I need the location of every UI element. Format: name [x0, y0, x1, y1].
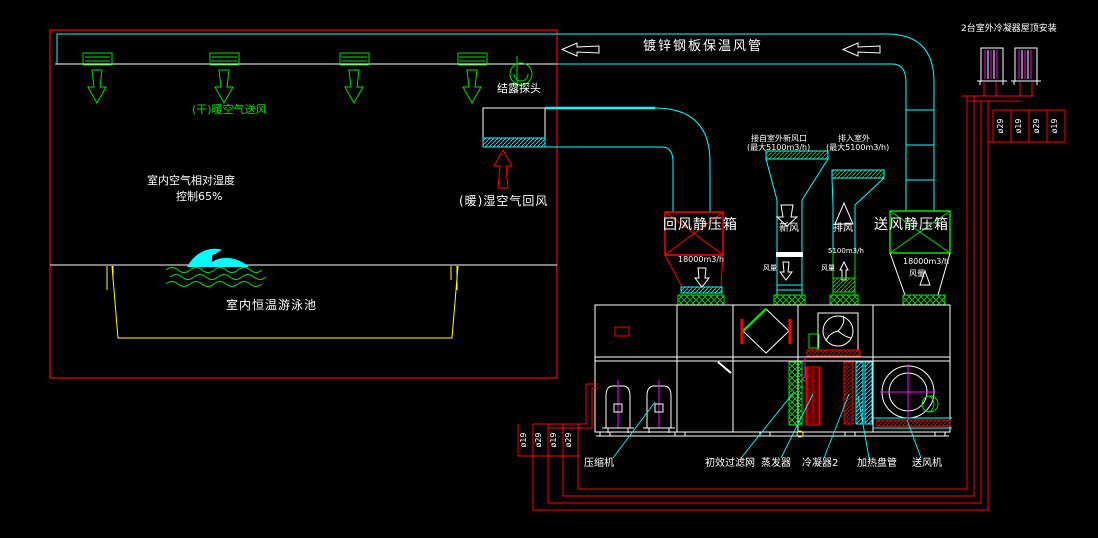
- filter-label: 初效过滤网: [705, 459, 755, 469]
- return-air-label: (暖)湿空气回风: [459, 195, 548, 207]
- filter-section: [789, 358, 807, 425]
- ceiling-diffusers: [83, 53, 487, 65]
- condenser-title: 2台室外冷凝器屋顶安装: [961, 25, 1057, 34]
- condenser2-label: 冷凝器2: [802, 459, 838, 469]
- compressor-label: 压缩机: [584, 459, 614, 469]
- left-pipe-dia-3: ø19: [550, 427, 560, 453]
- duct-title: 镀锌钢板保温风管: [643, 40, 763, 53]
- exhaust-duct-label: 排风: [833, 224, 853, 234]
- cad-canvas: 镀锌钢板保温风管 2台室外冷凝器屋顶安装 (干)暖空气送风 室内空气相对湿度 控…: [0, 0, 1098, 538]
- right-pipe-dia-3: ø29: [1033, 113, 1043, 139]
- left-pipe-dia-1: ø19: [520, 427, 530, 453]
- probe-label: 结露探头: [497, 83, 541, 94]
- exhaust-flow-note: 风量: [821, 265, 835, 272]
- return-plenum-outlet: [678, 268, 724, 305]
- water-waves: [166, 268, 266, 287]
- heating-coil-label: 加热盘管: [857, 459, 897, 469]
- heating-coil: [856, 362, 872, 424]
- fresh-intake-line1: 接自室外新风口: [751, 135, 807, 143]
- return-grille: [483, 108, 545, 188]
- right-pipe-dia-4: ø19: [1051, 113, 1061, 139]
- fresh-flow-note: 风量: [763, 265, 777, 272]
- supply-air-arrows: [88, 70, 481, 103]
- supply-flow-label: 18000m3/h: [903, 258, 949, 266]
- exhaust-out-line2: (最大5100m3/h): [826, 144, 889, 152]
- left-pipe-dia-4: ø29: [565, 427, 575, 453]
- return-plenum-label: 回风静压箱: [663, 218, 738, 232]
- supply-air-label: (干)暖空气送风: [192, 104, 267, 115]
- humidity-line1: 室内空气相对湿度: [147, 175, 235, 186]
- exhaust-out-line1: 排入室外: [838, 135, 870, 143]
- heat-recovery-diamond: [615, 309, 790, 353]
- outdoor-condensers: [977, 48, 1041, 85]
- pool-label: 室内恒温游泳池: [226, 299, 317, 311]
- humidity-line2: 控制65%: [176, 191, 222, 202]
- evaporator-label: 蒸发器: [761, 459, 791, 469]
- fresh-intake-line2: (最大5100m3/h): [747, 144, 810, 152]
- left-pipe-dia-2: ø29: [535, 427, 545, 453]
- exhaust-duct: [830, 170, 884, 305]
- ahu-unit: [595, 305, 950, 436]
- fresh-duct-label: 新风: [779, 224, 799, 234]
- evaporator-coil: [806, 367, 820, 425]
- right-pipe-dia-2: ø19: [1015, 113, 1025, 139]
- compressors: [602, 380, 675, 433]
- supply-fan-label: 送风机: [912, 459, 942, 469]
- supply-plenum-label: 送风静压箱: [874, 218, 949, 232]
- supply-flow-note: 风量: [909, 270, 925, 278]
- return-duct: [545, 108, 710, 212]
- exhaust-fan: [807, 313, 860, 356]
- right-pipe-dia-1: ø29: [997, 113, 1007, 139]
- return-flow-label: 18000m3/h: [678, 256, 724, 264]
- condenser-coil: [844, 362, 853, 424]
- swimmer-icon: [187, 249, 249, 267]
- exhaust-flow-label: 5100m3/h: [828, 248, 864, 255]
